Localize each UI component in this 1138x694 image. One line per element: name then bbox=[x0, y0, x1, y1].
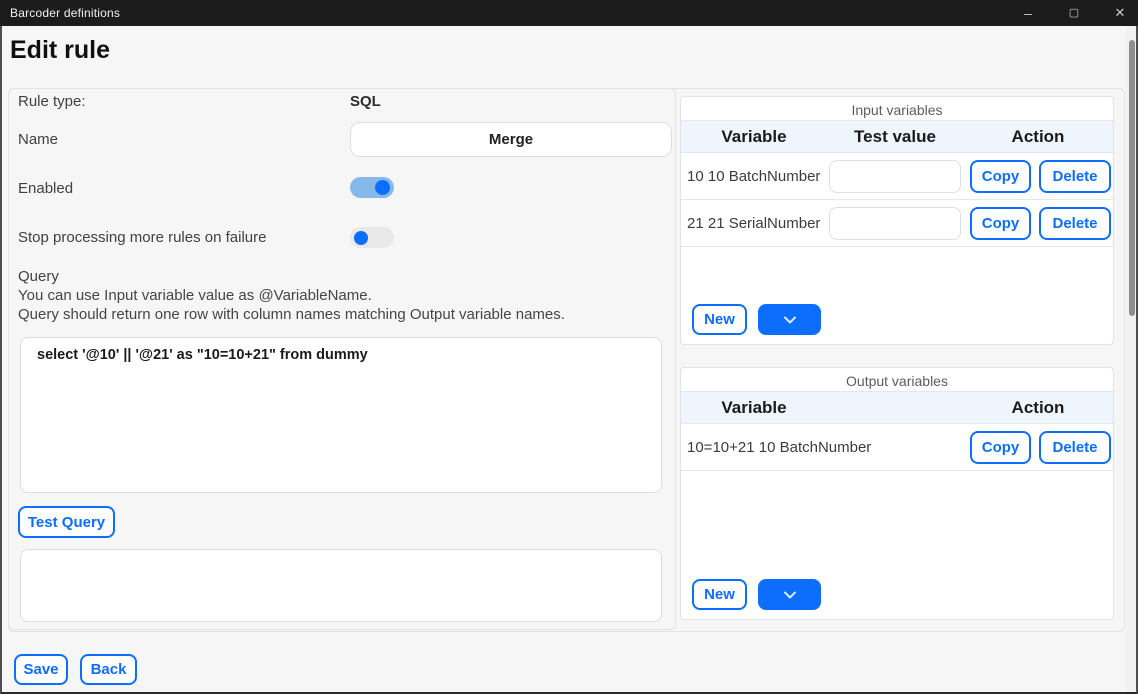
maximize-icon[interactable]: ▢ bbox=[1064, 0, 1084, 26]
output-variable-dropdown-button[interactable] bbox=[758, 579, 821, 610]
copy-button[interactable]: Copy bbox=[970, 207, 1031, 240]
query-help-line2: Query should return one row with column … bbox=[18, 306, 565, 323]
window-title: Barcoder definitions bbox=[10, 6, 120, 20]
toggle-knob-icon bbox=[375, 180, 390, 195]
column-header-variable: Variable bbox=[681, 121, 827, 154]
column-header-variable: Variable bbox=[681, 392, 827, 425]
test-value-input[interactable] bbox=[829, 207, 961, 240]
enabled-toggle[interactable] bbox=[350, 177, 394, 198]
copy-button[interactable]: Copy bbox=[970, 160, 1031, 193]
output-variables-header: Variable Action bbox=[681, 391, 1113, 424]
copy-button[interactable]: Copy bbox=[970, 431, 1031, 464]
input-variable-dropdown-button[interactable] bbox=[758, 304, 821, 335]
toggle-knob-icon bbox=[354, 231, 368, 245]
page-title: Edit rule bbox=[10, 36, 110, 65]
close-icon[interactable]: ✕ bbox=[1110, 0, 1130, 26]
variable-name: 10=10+21 10 BatchNumber bbox=[687, 424, 871, 471]
chevron-down-icon bbox=[783, 591, 797, 599]
table-row: 10 10 BatchNumber Copy Delete bbox=[681, 153, 1113, 200]
query-result-textarea[interactable] bbox=[20, 549, 662, 622]
query-textarea[interactable]: select '@10' || '@21' as "10=10+21" from… bbox=[20, 337, 662, 493]
test-query-button[interactable]: Test Query bbox=[18, 506, 115, 538]
name-input[interactable] bbox=[350, 122, 672, 157]
column-header-test-value: Test value bbox=[827, 121, 963, 154]
rule-type-label: Rule type: bbox=[18, 93, 86, 110]
rule-type-value: SQL bbox=[350, 93, 381, 110]
test-value-input[interactable] bbox=[829, 160, 961, 193]
column-header-action: Action bbox=[963, 121, 1113, 154]
delete-button[interactable]: Delete bbox=[1039, 207, 1111, 240]
new-input-variable-button[interactable]: New bbox=[692, 304, 747, 335]
input-variables-panel: Input variables Variable Test value Acti… bbox=[680, 96, 1114, 345]
new-output-variable-button[interactable]: New bbox=[692, 579, 747, 610]
table-row: 10=10+21 10 BatchNumber Copy Delete bbox=[681, 424, 1113, 471]
window-controls: – ▢ ✕ bbox=[1018, 0, 1130, 26]
table-row: 21 21 SerialNumber Copy Delete bbox=[681, 200, 1113, 247]
name-label: Name bbox=[18, 131, 58, 148]
stop-on-failure-label: Stop processing more rules on failure bbox=[18, 229, 266, 246]
back-button[interactable]: Back bbox=[80, 654, 137, 685]
title-bar: Barcoder definitions – ▢ ✕ bbox=[0, 0, 1138, 26]
save-button[interactable]: Save bbox=[14, 654, 68, 685]
chevron-down-icon bbox=[783, 316, 797, 324]
stop-on-failure-toggle[interactable] bbox=[350, 227, 394, 248]
enabled-label: Enabled bbox=[18, 180, 73, 197]
input-variables-footer: New bbox=[681, 304, 1113, 335]
column-header-action: Action bbox=[963, 392, 1113, 425]
delete-button[interactable]: Delete bbox=[1039, 160, 1111, 193]
query-help-line1: You can use Input variable value as @Var… bbox=[18, 287, 372, 304]
scrollbar-thumb[interactable] bbox=[1129, 40, 1135, 316]
output-variables-footer: New bbox=[681, 579, 1113, 610]
variable-name: 10 10 BatchNumber bbox=[687, 153, 820, 200]
minimize-icon[interactable]: – bbox=[1018, 0, 1038, 26]
output-variables-title: Output variables bbox=[681, 368, 1113, 391]
delete-button[interactable]: Delete bbox=[1039, 431, 1111, 464]
query-label: Query bbox=[18, 268, 59, 285]
variable-name: 21 21 SerialNumber bbox=[687, 200, 820, 247]
input-variables-title: Input variables bbox=[681, 97, 1113, 120]
input-variables-header: Variable Test value Action bbox=[681, 120, 1113, 153]
output-variables-panel: Output variables Variable Action 10=10+2… bbox=[680, 367, 1114, 620]
